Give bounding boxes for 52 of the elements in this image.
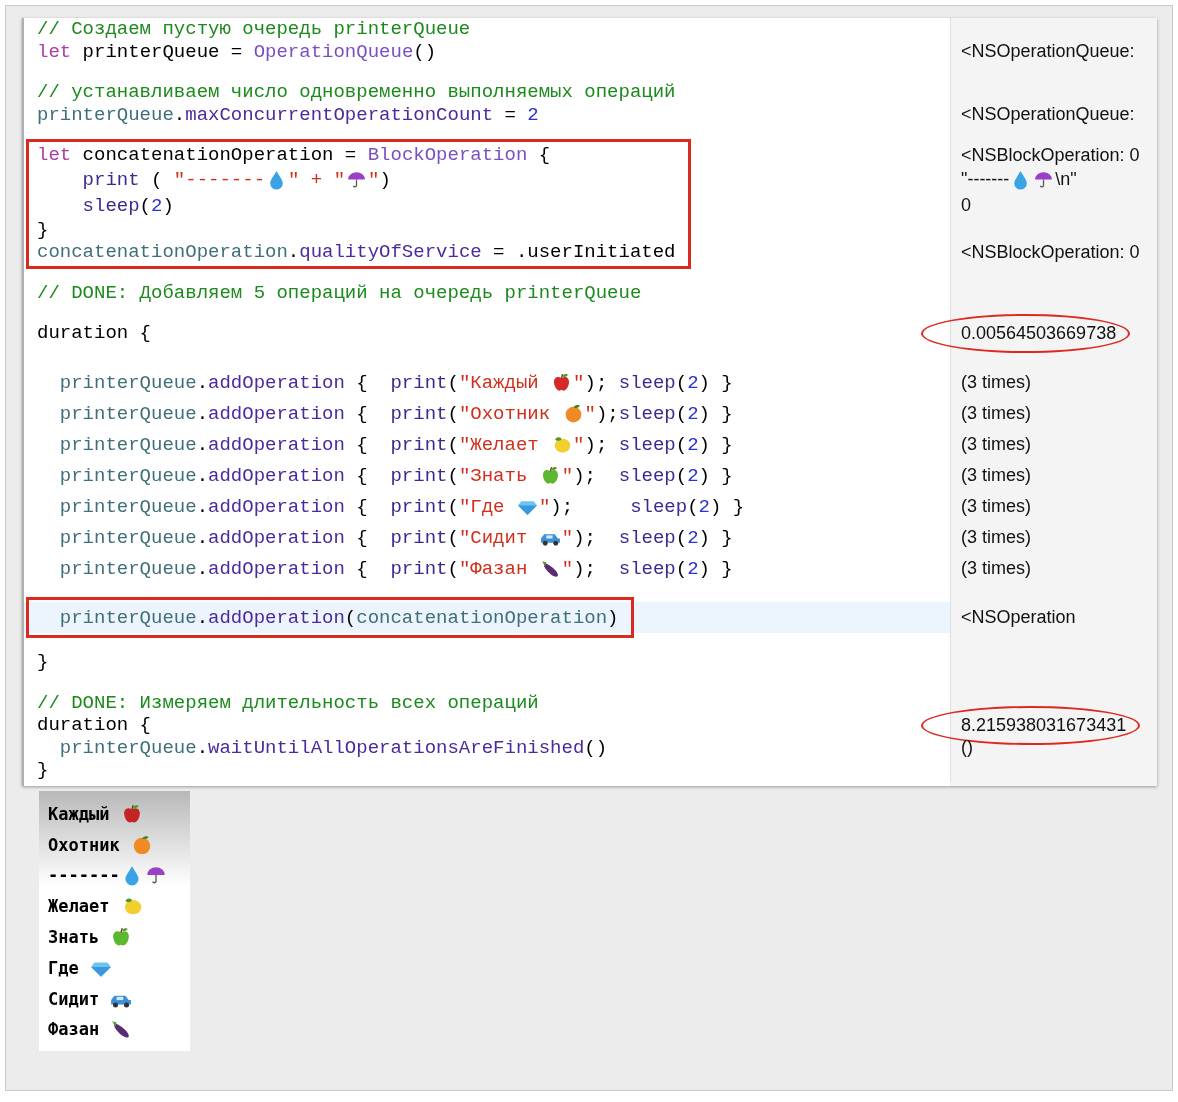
result-value: "------- \n" xyxy=(961,169,1077,190)
code-line: sleep(2) xyxy=(81,194,174,217)
code-line: printerQueue.addOperation { print("Каждый "); sleep(2) } xyxy=(58,371,733,394)
result-value: () xyxy=(961,737,973,759)
result-value: (3 times) xyxy=(961,372,1031,393)
result-value: <NSBlockOperation: 0 xyxy=(961,241,1140,263)
console-line: Сидит xyxy=(48,987,134,1010)
result-value: (3 times) xyxy=(961,527,1031,548)
code-line: } xyxy=(37,759,49,782)
code-line: let concatenationOperation = BlockOperation { xyxy=(37,144,551,167)
code-line: duration { xyxy=(37,322,152,345)
code-line: let printerQueue = OperationQueue() xyxy=(37,40,437,63)
code-line: // DONE: Измеряем длительность всех операций xyxy=(37,691,539,714)
result-value: <NSOperation xyxy=(961,607,1076,628)
code-line: duration { xyxy=(37,714,152,737)
console-line: Охотник xyxy=(48,833,154,856)
umbrella-icon xyxy=(346,169,368,190)
code-line: printerQueue.addOperation { print("Охотник ");sleep(2) } xyxy=(58,402,733,425)
code-line: } xyxy=(37,218,49,241)
console-line: Каждый xyxy=(48,802,144,825)
code-line: printerQueue.maxConcurrentOperationCount = 2 xyxy=(37,103,539,126)
console-line: Где xyxy=(48,956,113,979)
code-line: // устанавливаем число одновременно выполняемых операций xyxy=(37,81,676,104)
code-line: // Создаем пустую очередь printerQueue xyxy=(37,18,471,41)
result-value: (3 times) xyxy=(961,558,1031,579)
code-line: printerQueue.addOperation { print("Желает "); sleep(2) } xyxy=(58,433,733,456)
console-line: Фазан xyxy=(48,1018,134,1041)
result-value: 8.215938031673431 xyxy=(961,714,1127,736)
code-line: printerQueue.addOperation { print("Знать "); sleep(2) } xyxy=(58,464,733,487)
console-line: ------- xyxy=(48,864,168,887)
eggplant-icon xyxy=(539,558,561,579)
code-line: concatenationOperation.qualityOfService = .userInitiated xyxy=(37,241,676,264)
code-line: printerQueue.addOperation(concatenationOperation) xyxy=(58,606,619,629)
result-value: <NSBlockOperation: 0 xyxy=(961,144,1140,166)
result-value: <NSOperationQueue: xyxy=(961,41,1135,63)
result-value: (3 times) xyxy=(961,403,1031,424)
code-line: printerQueue.waitUntilAllOperationsAreFinished() xyxy=(58,736,608,759)
result-value: 0.00564503669738 xyxy=(961,322,1117,344)
umbrella-icon xyxy=(1033,169,1055,190)
result-value: <NSOperationQueue: xyxy=(961,104,1135,126)
code-line: printerQueue.addOperation { print("Сидит "); sleep(2) } xyxy=(58,526,733,549)
result-value: (3 times) xyxy=(961,496,1031,517)
code-line: print ( "------- " + " ") xyxy=(81,168,391,191)
result-value: 0 xyxy=(961,195,971,216)
result-value: (3 times) xyxy=(961,465,1031,486)
code-line: printerQueue.addOperation { print("Где "); sleep(2) } xyxy=(58,495,745,518)
code-line: printerQueue.addOperation { print("Фазан "); sleep(2) } xyxy=(58,557,733,580)
code-line: // DONE: Добавляем 5 операций на очередь printerQueue xyxy=(37,281,642,304)
console-line: Желает xyxy=(48,895,144,918)
result-value: (3 times) xyxy=(961,434,1031,455)
code-line: } xyxy=(37,651,49,674)
console-line: Знать xyxy=(48,926,134,949)
